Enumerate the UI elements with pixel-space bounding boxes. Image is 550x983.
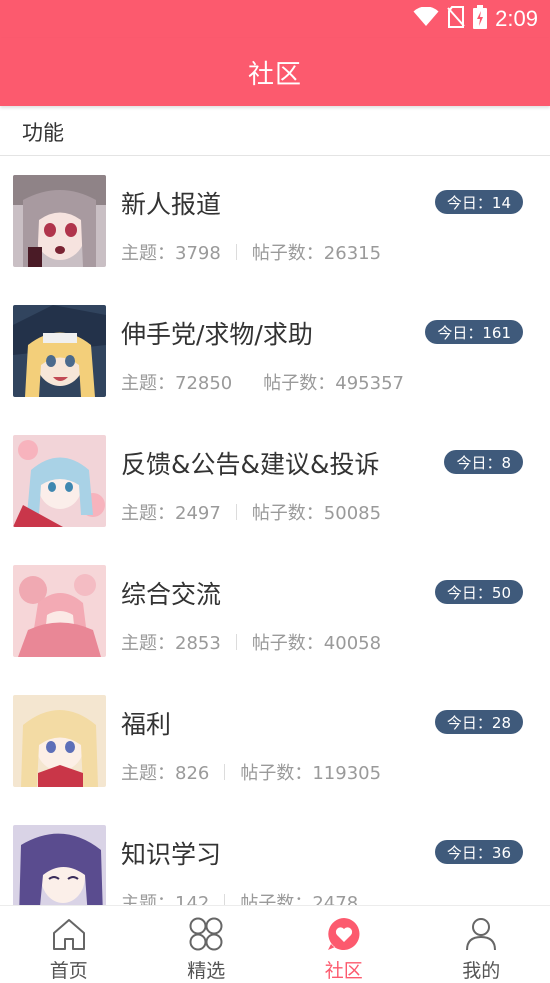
forum-thumbnail — [13, 435, 106, 527]
forum-thumbnail — [13, 695, 106, 787]
forum-posts: 帖子数：40058 — [251, 633, 382, 654]
forum-posts: 帖子数：50085 — [251, 503, 382, 524]
today-badge: 今日：14 — [434, 190, 523, 214]
forum-title: 反馈&公告&建议&投诉 — [121, 450, 380, 479]
bottom-tab-bar: 首页 精选 社区 我的 — [0, 905, 550, 983]
tab-label: 我的 — [462, 960, 501, 982]
grid-icon — [186, 914, 226, 954]
forum-title: 伸手党/求物/求助 — [121, 320, 313, 349]
heart-chat-icon — [324, 914, 364, 954]
forum-topics: 主题：2497 — [121, 503, 221, 524]
forum-list: 新人报道 主题：3798 帖子数：26315 今日：14 伸手党/求物/求助 主… — [0, 157, 550, 905]
forum-posts: 帖子数：26315 — [251, 243, 382, 264]
forum-thumbnail — [13, 565, 106, 657]
forum-title: 新人报道 — [121, 190, 222, 219]
today-badge: 今日：36 — [434, 840, 523, 864]
status-bar: 2:09 — [0, 0, 550, 38]
forum-stats: 主题：2853 帖子数：40058 — [121, 629, 381, 655]
section-title: 功能 — [22, 120, 64, 145]
stat-divider — [224, 894, 226, 905]
forum-topics: 主题：72850 — [121, 373, 233, 394]
status-icons: 2:09 — [413, 5, 538, 33]
forum-thumbnail — [13, 175, 106, 267]
tab-label: 社区 — [324, 960, 363, 982]
stat-divider — [235, 244, 237, 260]
user-icon — [461, 914, 501, 954]
forum-row[interactable]: 知识学习 主题：142 帖子数：2478 今日：36 — [0, 807, 550, 905]
forum-topics: 主题：3798 — [121, 243, 221, 264]
stat-divider — [235, 504, 237, 520]
forum-title: 综合交流 — [121, 580, 222, 609]
today-badge: 今日：8 — [444, 450, 523, 474]
no-sim-icon — [447, 6, 465, 32]
forum-posts: 帖子数：495357 — [263, 373, 404, 394]
stat-divider — [235, 634, 237, 650]
forum-row[interactable]: 伸手党/求物/求助 主题：72850 帖子数：495357 今日：161 — [0, 287, 550, 417]
forum-row[interactable]: 福利 主题：826 帖子数：119305 今日：28 — [0, 677, 550, 807]
status-time: 2:09 — [495, 6, 538, 31]
today-badge: 今日：161 — [425, 320, 523, 344]
forum-stats: 主题：826 帖子数：119305 — [121, 759, 381, 785]
forum-thumbnail — [13, 825, 106, 905]
tab-home[interactable]: 首页 — [0, 906, 138, 983]
stat-divider — [224, 764, 226, 780]
home-icon — [49, 914, 89, 954]
tab-label: 首页 — [49, 960, 88, 982]
forum-title: 福利 — [121, 710, 172, 739]
today-badge: 今日：50 — [434, 580, 523, 604]
today-badge: 今日：28 — [434, 710, 523, 734]
tab-featured[interactable]: 精选 — [138, 906, 276, 983]
wifi-icon — [413, 6, 439, 31]
forum-posts: 帖子数：119305 — [240, 763, 382, 784]
forum-topics: 主题：2853 — [121, 633, 221, 654]
forum-topics: 主题：826 — [121, 763, 210, 784]
forum-row[interactable]: 综合交流 主题：2853 帖子数：40058 今日：50 — [0, 547, 550, 677]
stat-divider — [247, 374, 248, 390]
forum-posts: 帖子数：2478 — [240, 893, 359, 905]
section-header: 功能 — [0, 108, 550, 156]
forum-row[interactable]: 新人报道 主题：3798 帖子数：26315 今日：14 — [0, 157, 550, 287]
app-bar: 社区 — [0, 38, 550, 106]
forum-stats: 主题：142 帖子数：2478 — [121, 889, 358, 905]
forum-row[interactable]: 反馈&公告&建议&投诉 主题：2497 帖子数：50085 今日：8 — [0, 417, 550, 547]
tab-community[interactable]: 社区 — [275, 906, 413, 983]
forum-thumbnail — [13, 305, 106, 397]
tab-me[interactable]: 我的 — [413, 906, 550, 983]
page-title: 社区 — [247, 59, 302, 90]
forum-title: 知识学习 — [121, 840, 222, 869]
forum-stats: 主题：3798 帖子数：26315 — [121, 239, 381, 265]
forum-stats: 主题：2497 帖子数：50085 — [121, 499, 381, 525]
forum-stats: 主题：72850 帖子数：495357 — [121, 369, 404, 395]
tab-label: 精选 — [187, 960, 226, 982]
forum-topics: 主题：142 — [121, 893, 210, 905]
battery-charging-icon — [473, 5, 488, 33]
